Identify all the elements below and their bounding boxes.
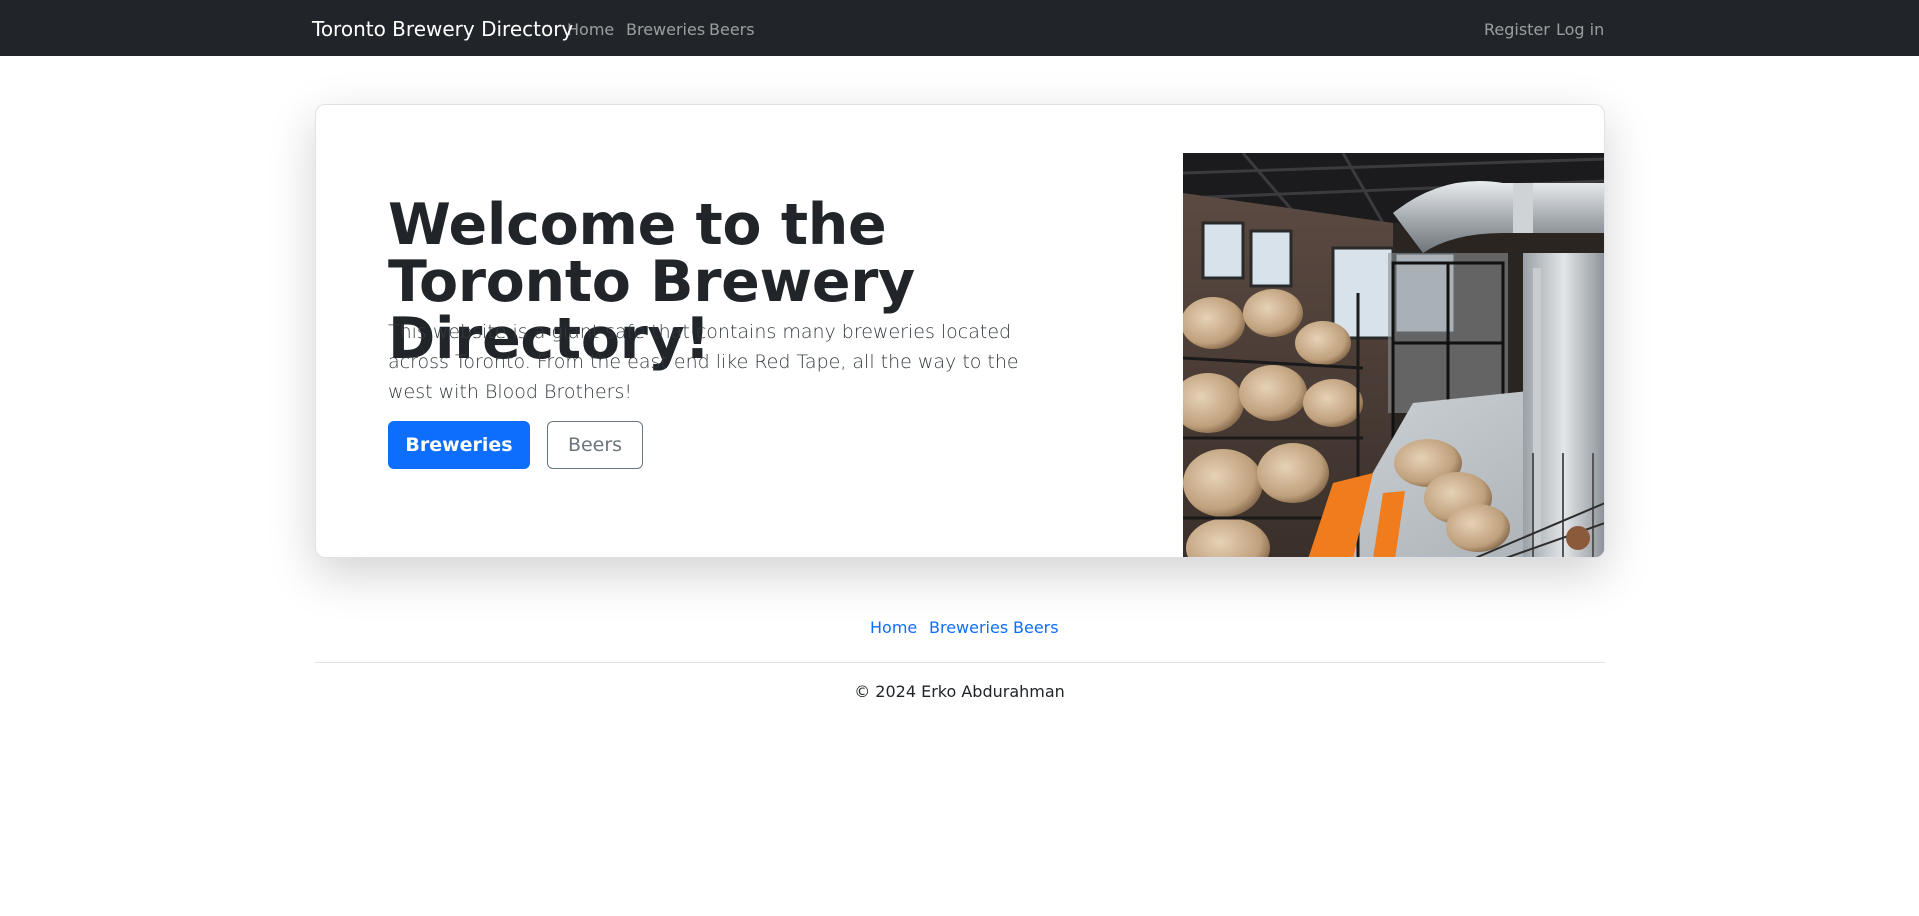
brand-link[interactable]: Toronto Brewery Directory bbox=[312, 17, 573, 41]
register-link[interactable]: Register bbox=[1484, 20, 1550, 39]
copyright-text: © 2024 Erko Abdurahman bbox=[854, 682, 1065, 701]
hero-description: This website is a giant safe that contai… bbox=[388, 321, 1019, 403]
nav-breweries-link[interactable]: Breweries bbox=[626, 20, 705, 39]
footer-beers-link[interactable]: Beers bbox=[1013, 618, 1059, 637]
footer-divider bbox=[315, 662, 1605, 663]
nav-beers-link[interactable]: Beers bbox=[709, 20, 755, 39]
nav-home-link[interactable]: Home bbox=[567, 20, 614, 39]
top-navbar: Toronto Brewery Directory Home Breweries… bbox=[0, 0, 1919, 56]
beers-button[interactable]: Beers bbox=[547, 421, 643, 469]
footer-breweries-link[interactable]: Breweries bbox=[929, 618, 1008, 637]
breweries-button[interactable]: Breweries bbox=[388, 421, 530, 469]
brewery-interior-image bbox=[1183, 153, 1604, 557]
hero-card: Welcome to the Toronto Brewery Directory… bbox=[315, 104, 1605, 558]
footer-home-link[interactable]: Home bbox=[870, 618, 917, 637]
login-link[interactable]: Log in bbox=[1556, 20, 1604, 39]
